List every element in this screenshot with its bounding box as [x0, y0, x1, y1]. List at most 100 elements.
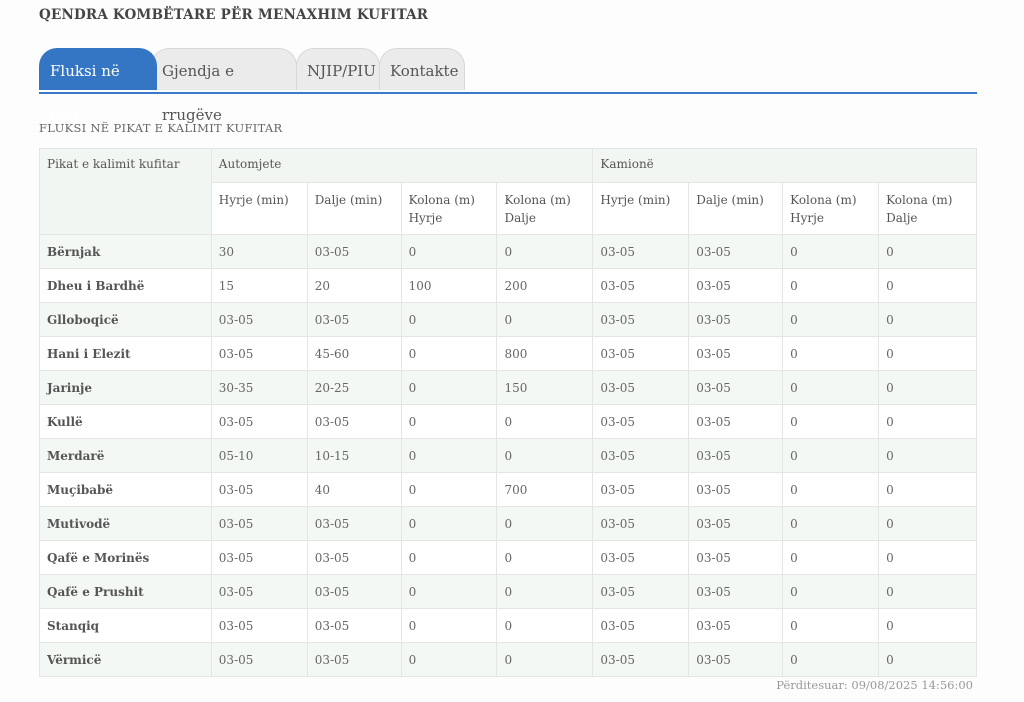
column-header: Hyrje (min) — [592, 182, 690, 235]
table-cell: 03-05 — [306, 608, 402, 643]
table-cell: 0 — [400, 438, 498, 473]
table-row: Jarinje 30-35 20-25 0 150 03-05 03-05 0 0 — [39, 370, 977, 405]
table-cell: 0 — [782, 370, 880, 405]
column-header: Dalje (min) — [688, 182, 784, 235]
table-cell: 0 — [782, 472, 880, 507]
table-cell: 0 — [878, 302, 977, 337]
group-header-automjete: Automjete — [210, 148, 594, 183]
table-cell: 03-05 — [306, 234, 402, 269]
table-row: Qafë e Prushit 03-05 03-05 0 0 03-05 03-05 0 0 — [39, 574, 977, 609]
row-header: Pikat e kalimit kufitar — [39, 148, 212, 235]
table-cell: 03-05 — [306, 540, 402, 575]
table-cell: 0 — [782, 574, 880, 609]
table-cell: 0 — [496, 574, 594, 609]
table-cell: 0 — [878, 268, 977, 303]
table-row: Muçibabë 03-05 40 0 700 03-05 03-05 0 0 — [39, 472, 977, 507]
table-cell: 0 — [782, 438, 880, 473]
table-cell: 03-05 — [688, 506, 784, 541]
table-cell: 03-05 — [306, 404, 402, 439]
table-cell: 03-05 — [306, 506, 402, 541]
table-cell: 03-05 — [210, 574, 308, 609]
table-cell: 0 — [496, 540, 594, 575]
table-cell: 03-05 — [688, 608, 784, 643]
tab-kontakte[interactable]: Kontakte — [379, 48, 465, 90]
table-cell: 03-05 — [592, 370, 690, 405]
column-header: Kolona (m) Hyrje — [400, 182, 498, 235]
table-cell: 0 — [782, 540, 880, 575]
table-cell: 0 — [782, 268, 880, 303]
table-cell: 03-05 — [210, 302, 308, 337]
table-cell: 0 — [400, 472, 498, 507]
table-cell: 03-05 — [592, 540, 690, 575]
tab-gjendja-e-rrugeve[interactable]: Gjendja e rrugëve — [151, 48, 297, 124]
crossing-point-name: Qafë e Prushit — [39, 574, 212, 609]
table-cell: 100 — [400, 268, 498, 303]
table-cell: 0 — [400, 336, 498, 371]
column-header: Dalje (min) — [306, 182, 402, 235]
table-cell: 03-05 — [688, 268, 784, 303]
table-cell: 0 — [878, 608, 977, 643]
table-cell: 0 — [878, 438, 977, 473]
table-cell: 0 — [782, 642, 880, 677]
table-cell: 03-05 — [210, 404, 308, 439]
crossing-point-name: Dheu i Bardhë — [39, 268, 212, 303]
table-cell: 03-05 — [210, 472, 308, 507]
table-cell: 0 — [496, 506, 594, 541]
table-cell: 0 — [878, 404, 977, 439]
crossing-point-name: Kullë — [39, 404, 212, 439]
table-cell: 0 — [496, 404, 594, 439]
table-cell: 0 — [400, 540, 498, 575]
table-cell: 03-05 — [306, 302, 402, 337]
table-cell: 45-60 — [306, 336, 402, 371]
table-cell: 0 — [496, 234, 594, 269]
table-cell: 200 — [496, 268, 594, 303]
table-cell: 30 — [210, 234, 308, 269]
table-row: Mutivodë 03-05 03-05 0 0 03-05 03-05 0 0 — [39, 506, 977, 541]
table-cell: 0 — [400, 234, 498, 269]
table-cell: 03-05 — [688, 438, 784, 473]
table-cell: 30-35 — [210, 370, 308, 405]
table-row: Stanqiq 03-05 03-05 0 0 03-05 03-05 0 0 — [39, 608, 977, 643]
tab-fluksi-ne-kufi[interactable]: Fluksi në kufi — [39, 48, 157, 124]
page-title: QENDRA KOMBËTARE PËR MENAXHIM KUFITAR — [39, 7, 429, 23]
crossing-point-name: Mutivodë — [39, 506, 212, 541]
table-cell: 03-05 — [306, 574, 402, 609]
table-cell: 0 — [878, 574, 977, 609]
table-cell: 0 — [400, 608, 498, 643]
table-row: Dheu i Bardhë 15 20 100 200 03-05 03-05 0 0 — [39, 268, 977, 303]
column-header: Kolona (m) Dalje — [878, 182, 977, 235]
table-cell: 03-05 — [210, 336, 308, 371]
table-cell: 05-10 — [210, 438, 308, 473]
table-cell: 03-05 — [688, 234, 784, 269]
table-cell: 0 — [400, 506, 498, 541]
table-cell: 0 — [782, 404, 880, 439]
table-cell: 03-05 — [592, 472, 690, 507]
last-updated: Përditesuar: 09/08/2025 14:56:00 — [776, 678, 973, 692]
table-cell: 800 — [496, 336, 594, 371]
table-row: Bërnjak 30 03-05 0 0 03-05 03-05 0 0 — [39, 234, 977, 269]
table-cell: 20 — [306, 268, 402, 303]
table-cell: 03-05 — [210, 642, 308, 677]
table-cell: 0 — [400, 642, 498, 677]
table-cell: 03-05 — [688, 404, 784, 439]
table-cell: 03-05 — [210, 540, 308, 575]
table-row: Qafë e Morinës 03-05 03-05 0 0 03-05 03-05 0 0 — [39, 540, 977, 575]
table-cell: 0 — [878, 370, 977, 405]
column-header: Kolona (m) Dalje — [496, 182, 594, 235]
table-cell: 0 — [400, 574, 498, 609]
table-cell: 0 — [782, 336, 880, 371]
table-row: Glloboqicë 03-05 03-05 0 0 03-05 03-05 0 0 — [39, 302, 977, 337]
table-cell: 03-05 — [592, 506, 690, 541]
table-cell: 03-05 — [688, 642, 784, 677]
table-cell: 0 — [782, 302, 880, 337]
table-cell: 03-05 — [688, 472, 784, 507]
crossing-point-name: Merdarë — [39, 438, 212, 473]
table-cell: 03-05 — [592, 268, 690, 303]
tab-njip-piu[interactable]: NJIP/PIU — [296, 48, 380, 90]
table-cell: 10-15 — [306, 438, 402, 473]
table-row: Hani i Elezit 03-05 45-60 0 800 03-05 03-05 0 0 — [39, 336, 977, 371]
crossing-point-name: Stanqiq — [39, 608, 212, 643]
crossing-point-name: Vërmicë — [39, 642, 212, 677]
group-header-kamione: Kamionë — [592, 148, 977, 183]
table-cell: 03-05 — [688, 302, 784, 337]
